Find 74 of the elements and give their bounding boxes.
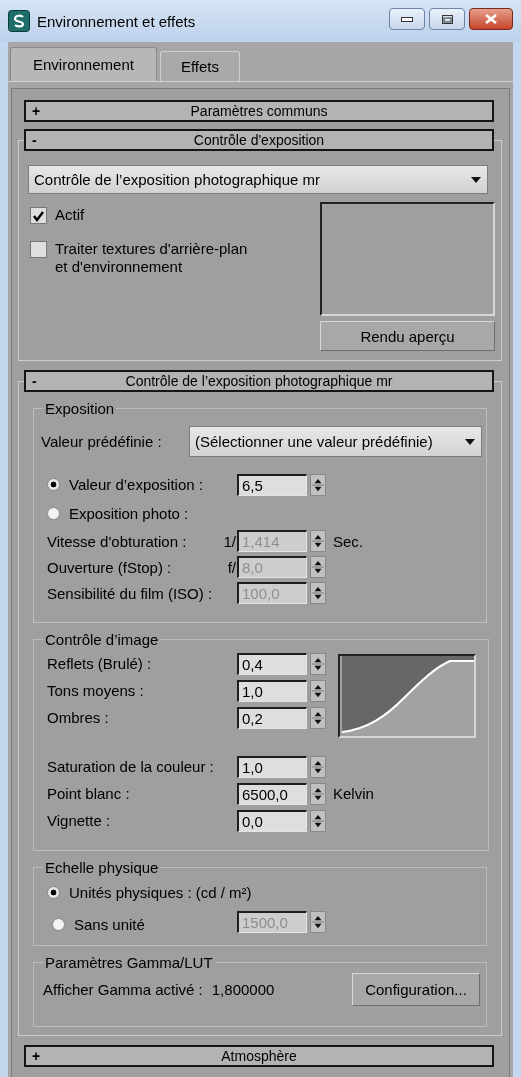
maximize-button[interactable] — [429, 8, 465, 30]
radio-label: Unités physiques : (cd / m²) — [69, 883, 252, 901]
radio-button[interactable] — [47, 885, 60, 899]
group-title: Paramètres Gamma/LUT — [44, 954, 214, 971]
spin-button[interactable] — [310, 530, 326, 552]
spin-button[interactable] — [310, 582, 326, 604]
unit-prefix: f/ — [226, 558, 237, 576]
window-title: Environnement et effets — [37, 12, 196, 30]
dropdown[interactable]: Contrôle de l’exposition photographique mr — [28, 165, 488, 194]
configuration-button[interactable]: Configuration... — [352, 973, 480, 1006]
number-field[interactable]: 1,0 — [237, 755, 307, 778]
field-label: Point blanc : — [47, 785, 131, 802]
expand-toggle[interactable]: - — [32, 133, 44, 147]
close-button[interactable] — [469, 8, 513, 30]
rollout-title: Contrôle d'exposition — [192, 132, 326, 148]
number-field[interactable]: 0,4 — [237, 652, 307, 675]
radio-button[interactable] — [47, 478, 60, 491]
group-title: Exposition — [44, 400, 116, 417]
minimize-button[interactable] — [389, 8, 425, 30]
spin-button[interactable] — [310, 679, 326, 702]
spin-button[interactable] — [310, 755, 326, 778]
group-title: Echelle physique — [44, 859, 160, 876]
field-label: Afficher Gamma activé : — [43, 981, 203, 998]
expand-toggle[interactable]: + — [32, 104, 44, 118]
rollout-title: Paramètres communs — [189, 103, 329, 119]
field-label: Reflets (Brulé) : — [47, 655, 153, 672]
unit-prefix: 1/ — [222, 532, 237, 550]
radio-label: Exposition photo : — [69, 505, 189, 522]
unit-label: Kelvin — [332, 785, 375, 802]
app-icon — [8, 10, 30, 32]
unit-label: Sec. — [332, 532, 364, 550]
minimize-icon — [401, 16, 413, 22]
field-label: Tons moyens : — [47, 682, 145, 699]
checkbox-label: Traiter textures d'arrière-plan et d'environnement — [55, 240, 249, 276]
checkbox[interactable] — [30, 207, 47, 224]
maximize-icon — [441, 14, 453, 24]
spin-button[interactable] — [310, 910, 326, 933]
field-label: Saturation de la couleur : — [47, 758, 215, 775]
dropdown[interactable]: (Sélectionner une valeur prédéfinie) — [189, 426, 482, 457]
field-label: Sensibilité du film (ISO) : — [47, 584, 214, 602]
field-label: Vitesse d'obturation : — [47, 532, 188, 550]
close-icon — [485, 14, 497, 24]
caret-icon — [465, 438, 475, 445]
number-field[interactable]: 6500,0 — [237, 782, 307, 805]
radio-label: Sans unité — [74, 916, 145, 933]
number-field[interactable]: 6,5 — [237, 473, 307, 496]
radio-button[interactable] — [52, 918, 65, 931]
spin-button[interactable] — [310, 706, 326, 729]
spin-button[interactable] — [310, 782, 326, 805]
number-field[interactable]: 0,0 — [237, 809, 307, 832]
tab[interactable]: Environnement — [10, 47, 157, 81]
checkbox[interactable] — [30, 241, 47, 258]
number-field[interactable]: 0,2 — [237, 706, 307, 729]
spin-button[interactable] — [310, 473, 326, 496]
rollout-title: Atmosphère — [220, 1048, 298, 1064]
group-title: Contrôle d’image — [44, 631, 160, 648]
field-label: Valeur prédéfinie : — [41, 433, 162, 450]
tab[interactable]: Effets — [159, 51, 240, 81]
field-label: Ouverture (fStop) : — [47, 558, 173, 576]
render-preview-button[interactable]: Rendu aperçu — [320, 321, 495, 351]
radio-button[interactable] — [47, 507, 60, 520]
spin-button[interactable] — [310, 556, 326, 578]
field-label: Vignette : — [47, 812, 112, 829]
checkbox-label: Actif — [55, 206, 85, 224]
number-field[interactable]: 1,0 — [237, 679, 307, 702]
radio-label: Valeur d’exposition : — [69, 476, 203, 493]
rollout-title: Contrôle de l’exposition photographique mr — [124, 373, 394, 389]
field-label: Ombres : — [47, 709, 110, 726]
gamma-value: 1,800000 — [211, 981, 275, 998]
spin-button[interactable] — [310, 652, 326, 675]
expand-toggle[interactable]: + — [32, 1049, 44, 1063]
spin-button[interactable] — [310, 809, 326, 832]
expand-toggle[interactable]: - — [32, 374, 44, 388]
caret-icon — [471, 176, 481, 183]
